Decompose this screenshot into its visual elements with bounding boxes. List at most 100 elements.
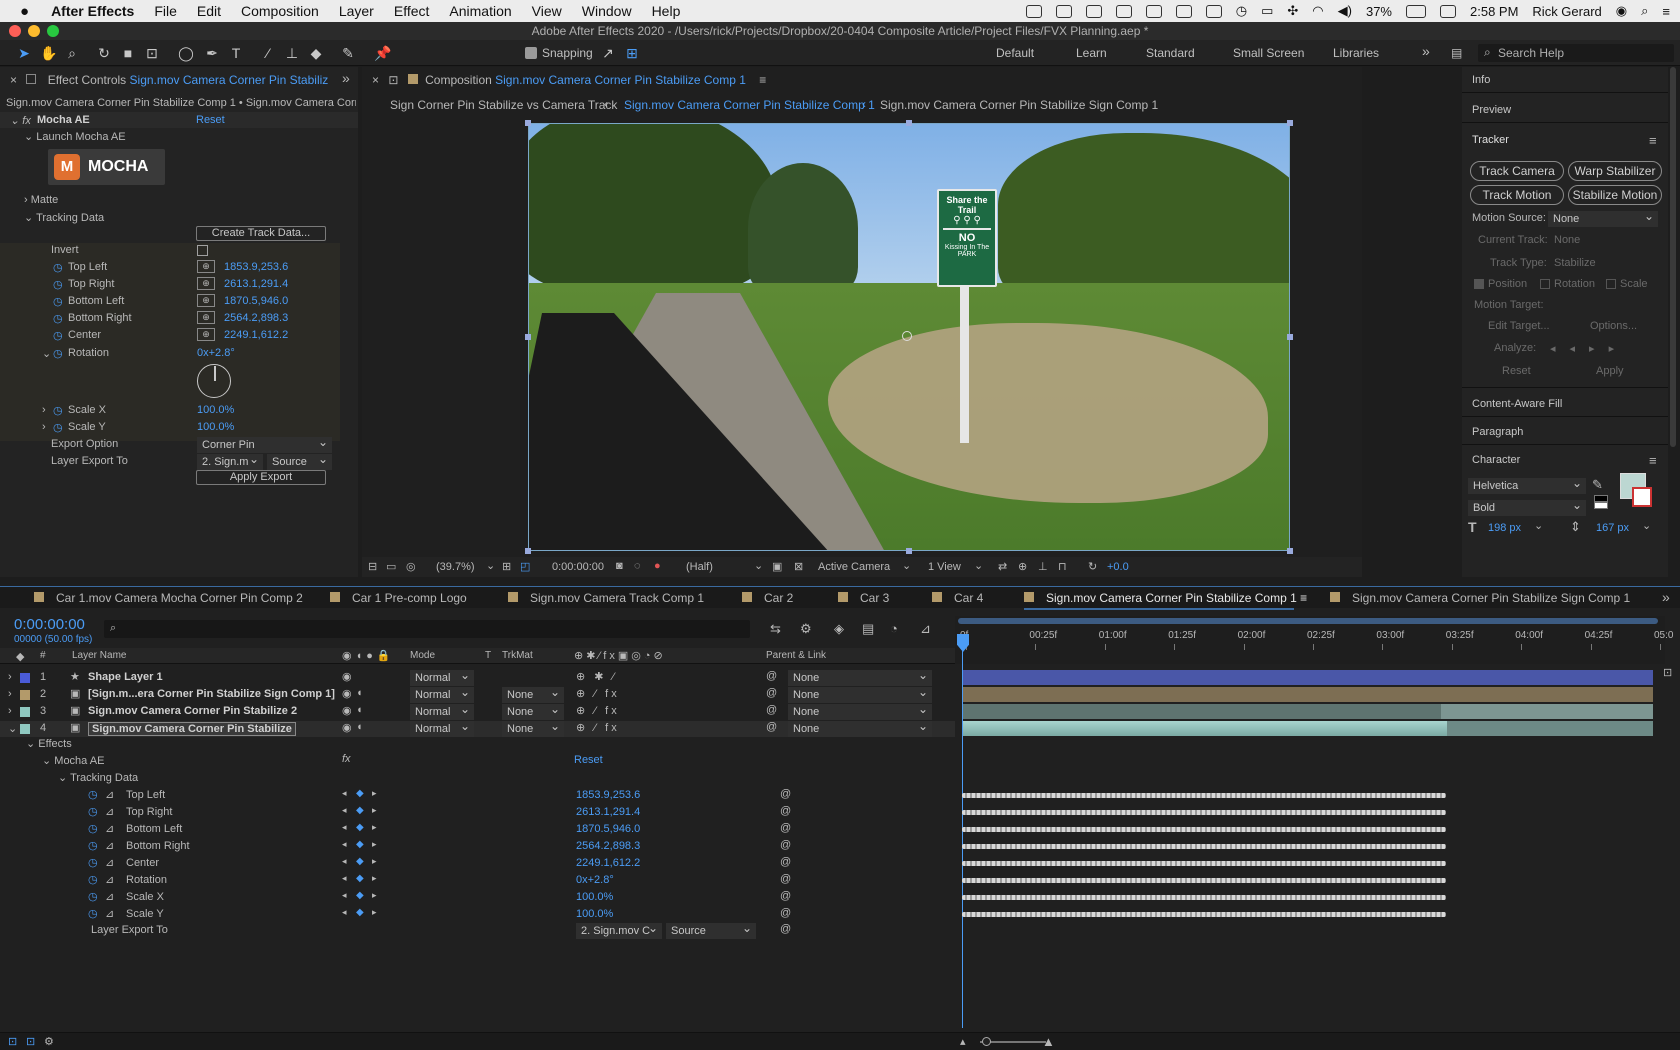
track-camera-button[interactable]: Track Camera (1470, 161, 1564, 181)
search-help-field[interactable]: ⌕ Search Help (1478, 44, 1674, 62)
font-family-select[interactable]: Helvetica (1468, 475, 1586, 494)
scale-x-value[interactable]: 100.0% (197, 404, 234, 416)
rotation-expand-icon[interactable]: ⌄ (42, 347, 51, 360)
parent-pick-whip-icon[interactable]: @ (766, 704, 777, 716)
screen-icon[interactable] (1145, 4, 1162, 18)
eraser-tool-icon[interactable]: ◆ (308, 45, 324, 61)
character-menu-icon[interactable]: ≡ (1649, 453, 1657, 468)
view-layout-select[interactable]: 1 View (928, 561, 961, 573)
user-name[interactable]: Rick Gerard (1532, 4, 1601, 19)
menu-composition[interactable]: Composition (241, 3, 319, 19)
handle-tr[interactable] (1287, 120, 1293, 126)
display-icon[interactable]: ▭ (386, 560, 396, 573)
keyframe-prev-icon[interactable]: ◂ (342, 822, 347, 833)
layer-duration-bar[interactable] (963, 670, 1653, 685)
keyframe-prev-icon[interactable]: ◂ (342, 805, 347, 816)
rotation-value[interactable]: 0x+2.8° (197, 347, 235, 359)
property-value[interactable]: 2613.1,291.4 (576, 806, 640, 818)
parent-pick-whip-icon[interactable]: @ (766, 721, 777, 733)
graph-icon[interactable]: ⊿ (105, 788, 114, 801)
time-machine-icon[interactable]: ◷ (1236, 3, 1247, 19)
keyframe-next-icon[interactable]: ▸ (372, 805, 377, 816)
volume-icon[interactable]: ◀) (1338, 3, 1352, 19)
tracker-panel-tab[interactable]: Tracker (1472, 134, 1509, 146)
resolution-select[interactable]: (Half) (686, 561, 713, 573)
fx-icon[interactable]: fx (342, 753, 351, 765)
menu-effect[interactable]: Effect (394, 3, 430, 19)
fit-icon[interactable]: ⊞ (502, 560, 511, 573)
layer-name[interactable]: Shape Layer 1 (88, 671, 163, 683)
create-track-data-button[interactable]: Create Track Data... (196, 226, 326, 241)
keyframe-track[interactable] (962, 878, 1446, 883)
keyframe-prev-icon[interactable]: ◂ (342, 839, 347, 850)
snapping-checkbox[interactable] (525, 47, 537, 59)
property-value[interactable]: 1870.5,946.0 (576, 823, 640, 835)
graph-icon[interactable]: ⊿ (105, 856, 114, 869)
record-icon[interactable] (1175, 4, 1192, 18)
audio-icon[interactable]: ◖ (356, 687, 363, 699)
layer-expand-icon[interactable]: ⌄ (8, 722, 17, 735)
panel-menu-icon[interactable]: ≡ (759, 73, 766, 87)
layer-export-select[interactable]: 2. Sign.m (197, 451, 263, 470)
exposure-icon[interactable]: ↻ (1088, 560, 1097, 573)
property-value[interactable]: 1853.9,253.6 (576, 789, 640, 801)
paragraph-tab[interactable]: Paragraph (1472, 426, 1523, 438)
white-swatch[interactable] (1594, 502, 1608, 509)
font-size-dropdown-icon[interactable]: ⌄ (1534, 519, 1543, 532)
info-panel-tab[interactable]: Info (1472, 74, 1490, 86)
ellipse-tool-icon[interactable]: ◯ (178, 45, 194, 61)
keyframe-next-icon[interactable]: ▸ (372, 822, 377, 833)
frame-blending-icon[interactable]: ▤ (862, 621, 874, 637)
clone-stamp-tool-icon[interactable]: ⊥ (284, 45, 300, 61)
stopwatch-icon[interactable]: ◷ (53, 421, 63, 434)
stopwatch-icon[interactable]: ◷ (53, 261, 63, 274)
lock-toggle-icon[interactable]: ⊡ (1663, 666, 1672, 679)
layer-row[interactable]: › 2 ▣ [Sign.m...era Corner Pin Stabilize Si… (0, 684, 955, 703)
warp-stabilizer-button[interactable]: Warp Stabilizer (1568, 161, 1662, 181)
effect-fx-icon[interactable]: ⌄ fx (10, 114, 31, 127)
scale-x-expand-icon[interactable]: › (42, 404, 46, 416)
crosshair-icon[interactable]: ⊕ (197, 277, 215, 290)
fast-previews-icon[interactable]: ▣ (772, 560, 782, 573)
menu-file[interactable]: File (154, 3, 177, 19)
network-icon[interactable]: ✣ (1287, 3, 1298, 19)
timeline-tab[interactable]: Sign.mov Camera Corner Pin Stabilize Sig… (1330, 591, 1630, 605)
menu-animation[interactable]: Animation (449, 3, 511, 19)
keyframe-track[interactable] (962, 861, 1446, 866)
stopwatch-icon[interactable]: ◷ (88, 907, 98, 920)
layer-row[interactable]: ›1★Shape Layer 1◉Normal⊕ ✱ ⁄ @None (0, 667, 955, 686)
workspace-learn[interactable]: Learn (1076, 46, 1107, 60)
clock-time[interactable]: 2:58 PM (1470, 4, 1518, 19)
workspace-standard[interactable]: Standard (1146, 46, 1195, 60)
mocha-logo-button[interactable]: M MOCHA (48, 149, 165, 185)
invert-checkbox[interactable] (197, 245, 208, 256)
calendar-icon[interactable] (1440, 4, 1456, 18)
zoom-out-icon[interactable]: ▴ (960, 1035, 966, 1048)
keyframe-prev-icon[interactable]: ◂ (342, 890, 347, 901)
keyframe-track[interactable] (962, 793, 1446, 798)
puppet-pin-tool-icon[interactable]: 📌 (374, 45, 391, 61)
layer-duration-bar[interactable] (963, 687, 1653, 702)
parent-pick-whip-icon[interactable]: @ (766, 687, 777, 699)
mocha-reset-link[interactable]: Reset (574, 754, 603, 766)
menu-view[interactable]: View (532, 3, 562, 19)
keyframe-track[interactable] (962, 810, 1446, 815)
handle-bm[interactable] (906, 548, 912, 554)
timeline-tab[interactable]: Car 1.mov Camera Mocha Corner Pin Comp 2 (34, 591, 303, 605)
keyframe-diamond-icon[interactable]: ◆ (356, 822, 364, 833)
stabilize-motion-button[interactable]: Stabilize Motion (1568, 185, 1662, 205)
resolution-dropdown-icon[interactable]: ⌄ (754, 559, 763, 572)
layer-switch-icons[interactable]: ⊕ ✱ ⁄ (576, 670, 617, 683)
handle-ml[interactable] (525, 334, 531, 340)
visibility-icon[interactable]: ◉ (342, 687, 352, 700)
layer-duration-bar[interactable] (963, 721, 1653, 736)
keyframe-next-icon[interactable]: ▸ (372, 890, 377, 901)
more-workspaces-icon[interactable]: » (1422, 43, 1430, 59)
transfer-controls-icon[interactable]: ⊡ (26, 1035, 35, 1048)
layer-label-color[interactable] (20, 690, 30, 700)
bt-icon[interactable] (1085, 4, 1102, 18)
keyframe-next-icon[interactable]: ▸ (372, 788, 377, 799)
battery-percent[interactable]: 37% (1366, 4, 1392, 19)
graph-icon[interactable]: ⊿ (105, 822, 114, 835)
stopwatch-icon[interactable]: ◷ (88, 856, 98, 869)
